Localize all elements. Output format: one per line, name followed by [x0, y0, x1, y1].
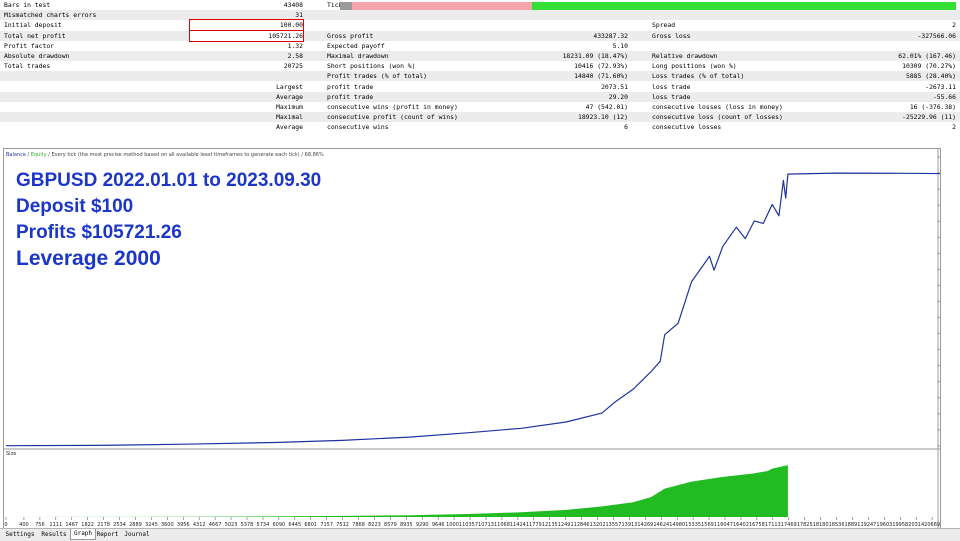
overlay-caption: GBPUSD 2022.01.01 to 2023.09.30 Deposit … [16, 168, 321, 272]
report-label-1 [4, 82, 184, 92]
report-row: Total net profit 105721.26 Gross profit 433… [0, 29, 960, 42]
tab-graph[interactable]: Graph [70, 529, 96, 540]
report-value-3: 16 (-376.38) [909, 103, 956, 111]
report-row: Profit factor 1.32 Expected payoff 5.10 [0, 41, 960, 51]
report-value-1: Largest [276, 82, 303, 91]
report-value-2: 5.10 [612, 41, 628, 50]
report-value-1: Average [276, 92, 303, 101]
report-row: Mismatched charts errors 31 [0, 10, 960, 21]
overlay-deposit: Deposit $100 [16, 196, 134, 217]
size-pane-label: Size [6, 451, 16, 457]
overlay-leverage: Leverage 2000 [16, 247, 161, 270]
chart-legend: Balance / Equity / Every tick (the most … [6, 152, 324, 158]
size-histogram [6, 465, 788, 517]
report-value-2: 433287.32 [593, 31, 628, 40]
report-value-2: 29.20 [608, 92, 628, 101]
report-value-3: -327566.06 [917, 31, 956, 40]
report-value-1: 1.32 [287, 41, 303, 50]
report-value-3: -2673.11 [925, 82, 956, 91]
report-value-3 [800, 10, 956, 20]
report-label-1: Absolute drawdown [4, 52, 70, 60]
report-value-2 [460, 20, 628, 30]
report-row: Average consecutive wins 6 consecutive loss… [0, 122, 960, 132]
report-value-1: Maximal [276, 113, 303, 122]
report-label-1 [4, 112, 184, 122]
report-value-1: 2.58 [287, 52, 303, 60]
report-value-1: 105721.26 [189, 29, 304, 42]
tester-tabs: Settings Results Graph Report Journal [0, 528, 960, 541]
report-value-3: 5885 (28.40%) [905, 72, 956, 81]
report-value-3: -25229.96 (11) [902, 113, 956, 122]
report-label-1 [4, 92, 184, 102]
report-value-3: 62.01% (167.46) [898, 52, 956, 60]
report-row: Initial deposit 100.00 Spread 2 [0, 19, 960, 32]
tab-report[interactable]: Report [94, 530, 121, 540]
report-value-3 [800, 41, 956, 51]
report-row: Largest profit trade 2073.51 loss trade -267… [0, 82, 960, 92]
report-label-1: Profit factor [4, 41, 55, 50]
report-table: Bars in test43408Ticks modelled48472568M… [0, 0, 960, 133]
quality-bar-grey [340, 2, 352, 10]
report-value-2: 47 (542.01) [585, 103, 628, 111]
report-row: Absolute drawdown 2.58 Maximal drawdown 182… [0, 51, 960, 61]
tab-results[interactable]: Results [38, 530, 70, 540]
modelling-quality-bar [340, 2, 956, 10]
report-value-2: 18923.10 (12) [577, 113, 628, 122]
report-value-1: 43408 [283, 1, 303, 9]
report-value-1: 20725 [283, 62, 303, 71]
report-value-1: Maximum [276, 103, 303, 111]
overlay-symbol-period: GBPUSD 2022.01.01 to 2023.09.30 [16, 170, 322, 191]
quality-bar-green [531, 2, 956, 10]
report-label-1: Mismatched charts errors [4, 11, 97, 20]
report-label-1 [4, 122, 184, 132]
report-value-3: 10309 (70.27%) [902, 62, 956, 71]
report-label-1 [4, 102, 184, 112]
report-value-1: 100.00 [189, 19, 304, 32]
overlay-profits: Profits $105721.26 [16, 222, 182, 243]
report-row: Maximum consecutive wins (profit in money… [0, 102, 960, 112]
quality-bar-pink [352, 2, 532, 10]
tab-settings[interactable]: Settings [2, 530, 38, 540]
report-row: Profit trades (% of total) 14840 (71.60%)… [0, 71, 960, 82]
report-value-1 [190, 71, 303, 81]
report-label-1: Initial deposit [4, 21, 62, 30]
report-value-2: 14840 (71.60%) [574, 72, 628, 81]
report-row: Average profit trade 29.20 loss trade -55.66 [0, 91, 960, 102]
report-value-3: 2 [952, 21, 956, 30]
report-value-2: 18231.09 (18.47%) [562, 52, 628, 60]
report-value-1: Average [276, 123, 303, 132]
report-row: Total trades 20725 Short positions (won %)… [0, 61, 960, 71]
report-value-2: 10416 (72.93%) [574, 62, 628, 71]
report-row: Maximal consecutive profit (count of wins… [0, 112, 960, 123]
report-value-3: 2 [952, 123, 956, 132]
report-value-2 [460, 10, 628, 20]
report-label-1: Total trades [4, 62, 51, 71]
report-label-1 [4, 71, 184, 81]
report-label-1: Bars in test [4, 1, 51, 9]
report-value-1: 31 [295, 11, 303, 20]
report-value-2: 6 [624, 123, 628, 132]
report-value-2: 2073.51 [601, 82, 628, 91]
report-value-3: -55.66 [932, 92, 956, 101]
tab-journal[interactable]: Journal [121, 530, 153, 540]
report-label-1: Total net profit [4, 31, 66, 40]
